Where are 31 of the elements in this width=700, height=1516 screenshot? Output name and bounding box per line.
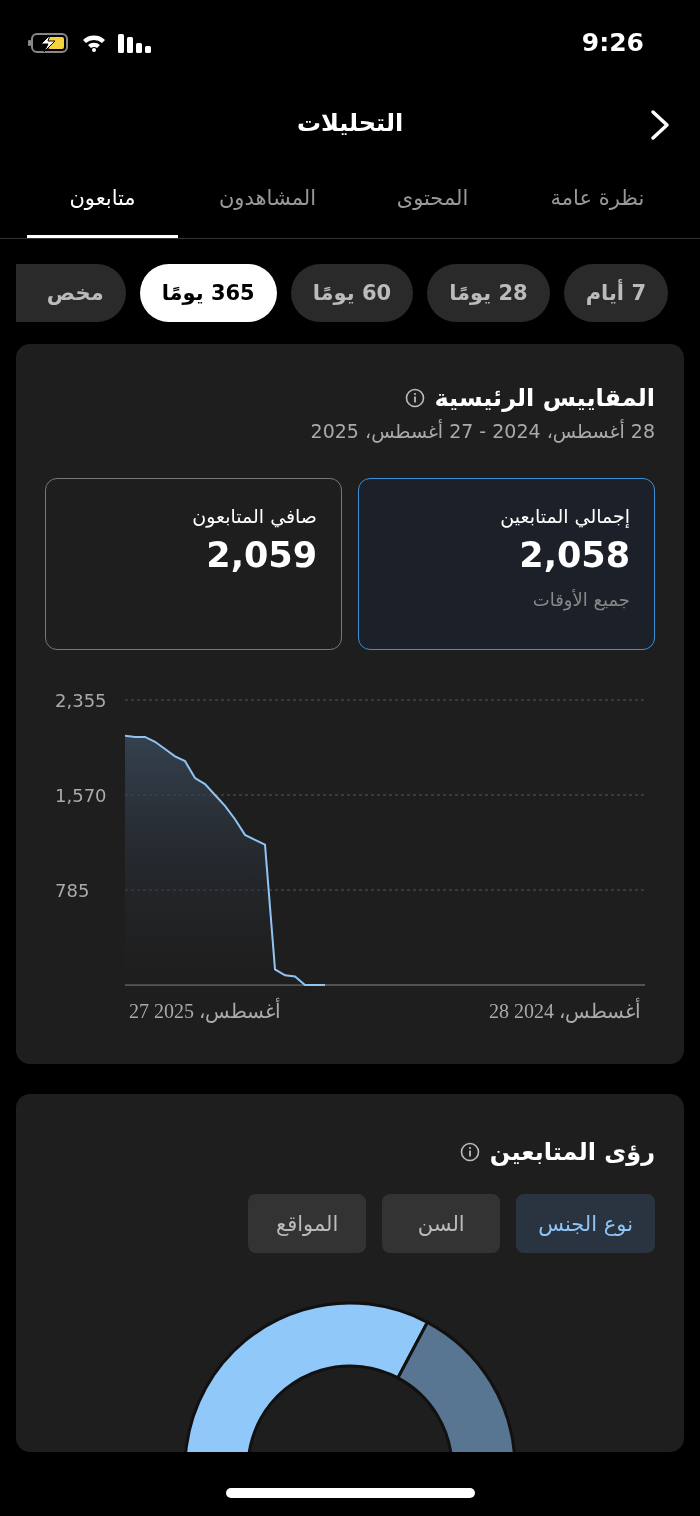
axis-tick-label: 2,355 [55,690,107,711]
date-range: 28 أغسطس، 2024 - 27 أغسطس، 2025 [309,420,655,442]
signal-icon [118,32,152,53]
range-chip[interactable]: 365 يومًا [139,264,277,322]
tab[interactable]: متابعون [27,160,178,238]
tab[interactable]: المشاهدون [192,160,343,238]
card-title: رؤى المتابعين [489,1138,655,1166]
metric-value: 2,059 [206,535,317,575]
range-chip[interactable]: مخص [16,264,126,322]
status-time: 9:26 [581,28,644,57]
metric-value: 2,058 [519,535,630,575]
tab[interactable]: المحتوى [357,160,508,238]
card-title: المقاييس الرئيسية [434,384,655,412]
segment-tab[interactable]: السن [382,1194,501,1253]
metric-note: جميع الأوقات [532,589,630,610]
range-chip[interactable]: 60 يومًا [290,264,414,322]
range-chip[interactable]: 7 أيام [563,264,668,322]
tab[interactable]: نظرة عامة [522,160,673,238]
wifi-icon [82,33,106,52]
info-icon[interactable] [404,388,425,408]
page-title: التحليلات [296,108,404,137]
axis-tick-label: 1,570 [55,785,107,806]
range-chip[interactable]: 28 يومًا [427,264,550,322]
segment-tab[interactable]: نوع الجنس [516,1194,655,1253]
metric-label: صافي المتابعون [192,505,317,527]
segment-tab[interactable]: المواقع [248,1194,367,1253]
metric-label: إجمالي المتابعين [500,505,630,527]
axis-tick-label: 785 [55,880,90,901]
info-icon[interactable] [459,1142,480,1162]
chevron-icon[interactable] [650,109,670,141]
battery-icon [28,31,70,54]
